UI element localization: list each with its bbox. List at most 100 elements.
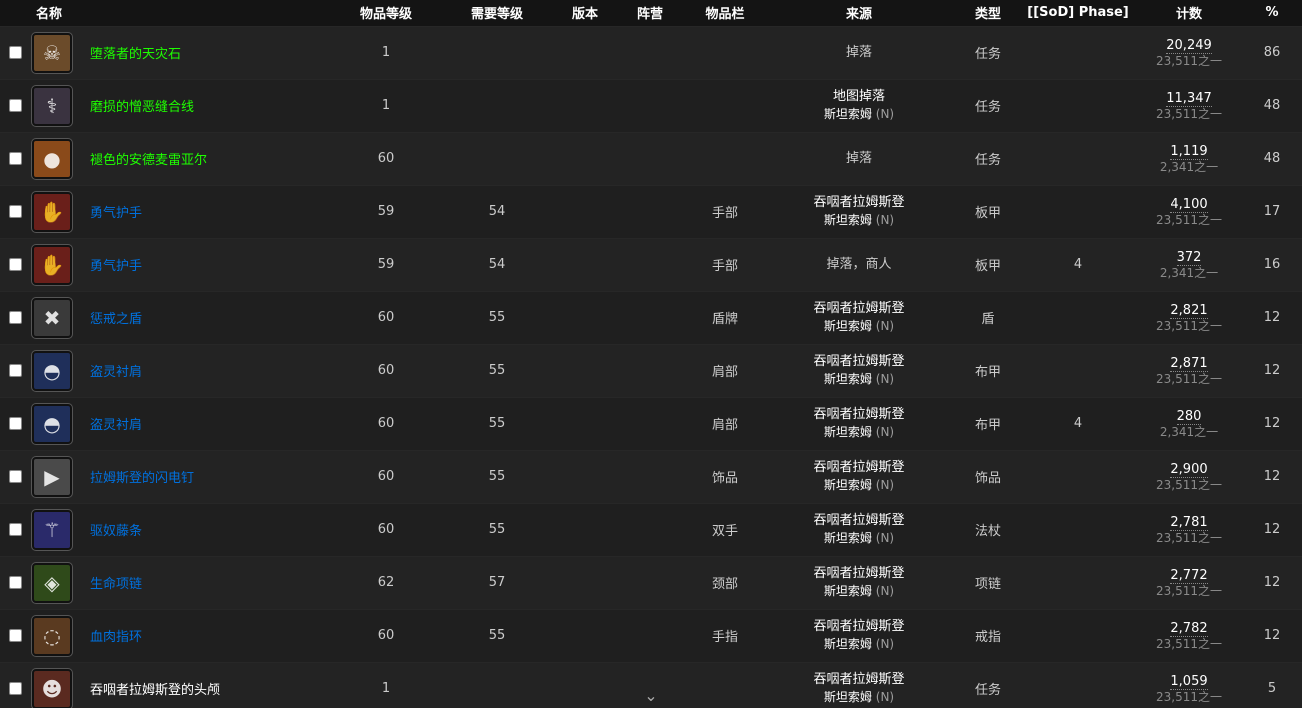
item-name-link[interactable]: 勇气护手: [90, 206, 142, 221]
item-name-link[interactable]: 堕落者的天灾石: [90, 47, 181, 62]
item-name-link[interactable]: 盗灵衬肩: [90, 418, 142, 433]
source-zone-name[interactable]: 斯坦索姆: [824, 213, 872, 227]
drop-count-total: 2,341之一: [1159, 424, 1219, 439]
source-zone[interactable]: 斯坦索姆 (N): [762, 105, 956, 123]
source-zone[interactable]: 斯坦索姆 (N): [762, 688, 956, 706]
item-name-link[interactable]: 褪色的安德麦雷亚尔: [90, 153, 207, 168]
plate-gauntlet-icon[interactable]: ✋: [32, 191, 72, 232]
source-main[interactable]: 吞咽者拉姆斯登: [762, 300, 956, 317]
table-row[interactable]: ✋ 勇气护手 59 54 手部 掉落，商人 板甲 4 372 2,341之一 16: [0, 238, 1302, 291]
header-name[interactable]: 名称: [30, 0, 336, 26]
header-item-level[interactable]: 物品等级: [336, 0, 436, 26]
shoulder-icon[interactable]: ◓: [32, 350, 72, 391]
row-checkbox[interactable]: [8, 629, 22, 642]
table-row[interactable]: ⚚ 驱奴藤条 60 55 双手 吞咽者拉姆斯登 斯坦索姆 (N) 法杖 2,781 23,511之…: [0, 503, 1302, 556]
source-main[interactable]: 地图掉落: [762, 88, 956, 105]
item-name-link[interactable]: 惩戒之盾: [90, 312, 142, 327]
source-main[interactable]: 吞咽者拉姆斯登: [762, 512, 956, 529]
source-main[interactable]: 吞咽者拉姆斯登: [762, 459, 956, 476]
item-name-cell: 堕落者的天灾石: [86, 26, 336, 79]
staff-icon[interactable]: ⚚: [32, 509, 72, 550]
item-name-link[interactable]: 血肉指环: [90, 630, 142, 645]
source-zone-name[interactable]: 斯坦索姆: [824, 372, 872, 386]
source-zone[interactable]: 斯坦索姆 (N): [762, 529, 956, 547]
source-main[interactable]: 掉落: [762, 44, 956, 61]
table-row[interactable]: ◓ 盗灵衬肩 60 55 肩部 吞咽者拉姆斯登 斯坦索姆 (N) 布甲 4 280 2,341之一 1…: [0, 397, 1302, 450]
coin-icon[interactable]: ●: [32, 138, 72, 179]
spike-icon[interactable]: ▶: [32, 456, 72, 497]
row-checkbox[interactable]: [8, 205, 22, 218]
source-main[interactable]: 吞咽者拉姆斯登: [762, 565, 956, 582]
source-zone[interactable]: 斯坦索姆 (N): [762, 635, 956, 653]
header-phase[interactable]: [[SoD] Phase]: [1020, 0, 1136, 26]
table-row[interactable]: ✋ 勇气护手 59 54 手部 吞咽者拉姆斯登 斯坦索姆 (N) 板甲 4,100 23,511之…: [0, 185, 1302, 238]
item-name-link[interactable]: 磨损的憎恶缝合线: [90, 100, 194, 115]
source-main[interactable]: 吞咽者拉姆斯登: [762, 194, 956, 211]
table-row[interactable]: ▶ 拉姆斯登的闪电钉 60 55 饰品 吞咽者拉姆斯登 斯坦索姆 (N) 饰品 2,900 23,…: [0, 450, 1302, 503]
header-percent[interactable]: %: [1242, 0, 1302, 26]
header-count[interactable]: 计数: [1136, 0, 1242, 26]
row-checkbox[interactable]: [8, 99, 22, 112]
row-checkbox[interactable]: [8, 470, 22, 483]
row-checkbox[interactable]: [8, 46, 22, 59]
row-checkbox[interactable]: [8, 152, 22, 165]
skull-stone-icon[interactable]: ☠: [32, 32, 72, 73]
row-checkbox[interactable]: [8, 311, 22, 324]
source-main[interactable]: 吞咽者拉姆斯登: [762, 671, 956, 688]
header-source[interactable]: 来源: [762, 0, 956, 26]
source-zone-name[interactable]: 斯坦索姆: [824, 690, 872, 704]
source-main[interactable]: 吞咽者拉姆斯登: [762, 353, 956, 370]
shoulder-icon[interactable]: ◓: [32, 403, 72, 444]
shield-icon[interactable]: ✖: [32, 297, 72, 338]
source-main[interactable]: 吞咽者拉姆斯登: [762, 618, 956, 635]
item-name-link[interactable]: 勇气护手: [90, 259, 142, 274]
row-checkbox[interactable]: [8, 364, 22, 377]
row-checkbox[interactable]: [8, 417, 22, 430]
req-level-cell: [436, 26, 558, 79]
plate-gauntlet-icon[interactable]: ✋: [32, 244, 72, 285]
source-zone-name[interactable]: 斯坦索姆: [824, 425, 872, 439]
item-name-link[interactable]: 吞咽者拉姆斯登的头颅: [90, 683, 220, 698]
source-zone[interactable]: 斯坦索姆 (N): [762, 370, 956, 388]
source-zone-name[interactable]: 斯坦索姆: [824, 584, 872, 598]
row-checkbox[interactable]: [8, 682, 22, 696]
source-zone[interactable]: 斯坦索姆 (N): [762, 476, 956, 494]
req-level-cell: 55: [488, 469, 506, 484]
header-slot[interactable]: 物品栏: [688, 0, 762, 26]
source-zone-name[interactable]: 斯坦索姆: [824, 478, 872, 492]
table-row[interactable]: ◈ 生命项链 62 57 颈部 吞咽者拉姆斯登 斯坦索姆 (N) 项链 2,772 23,511之…: [0, 556, 1302, 609]
header-version[interactable]: 版本: [558, 0, 612, 26]
necklace-icon[interactable]: ◈: [32, 562, 72, 603]
source-zone[interactable]: 斯坦索姆 (N): [762, 423, 956, 441]
source-zone-name[interactable]: 斯坦索姆: [824, 637, 872, 651]
row-checkbox[interactable]: [8, 523, 22, 536]
ring-icon[interactable]: ◌: [32, 615, 72, 656]
row-checkbox[interactable]: [8, 576, 22, 589]
thread-icon[interactable]: ⚕: [32, 85, 72, 126]
source-zone-name[interactable]: 斯坦索姆: [824, 319, 872, 333]
header-faction[interactable]: 阵营: [612, 0, 688, 26]
item-name-link[interactable]: 盗灵衬肩: [90, 365, 142, 380]
row-checkbox[interactable]: [8, 258, 22, 271]
table-row[interactable]: ● 褪色的安德麦雷亚尔 60 掉落 任务 1,119 2,341之一 48: [0, 132, 1302, 185]
header-type[interactable]: 类型: [956, 0, 1020, 26]
source-main[interactable]: 掉落: [762, 150, 956, 167]
source-zone-name[interactable]: 斯坦索姆: [824, 531, 872, 545]
item-name-link[interactable]: 拉姆斯登的闪电钉: [90, 471, 194, 486]
source-zone[interactable]: 斯坦索姆 (N): [762, 211, 956, 229]
source-zone[interactable]: 斯坦索姆 (N): [762, 582, 956, 600]
item-name-link[interactable]: 驱奴藤条: [90, 524, 142, 539]
table-row[interactable]: ✖ 惩戒之盾 60 55 盾牌 吞咽者拉姆斯登 斯坦索姆 (N) 盾 2,821 23,511之一…: [0, 291, 1302, 344]
table-row[interactable]: ◓ 盗灵衬肩 60 55 肩部 吞咽者拉姆斯登 斯坦索姆 (N) 布甲 2,871 23,511之…: [0, 344, 1302, 397]
source-main[interactable]: 吞咽者拉姆斯登: [762, 406, 956, 423]
source-zone[interactable]: 斯坦索姆 (N): [762, 317, 956, 335]
source-zone-name[interactable]: 斯坦索姆: [824, 107, 872, 121]
header-req-level[interactable]: 需要等级: [436, 0, 558, 26]
table-row[interactable]: ☠ 堕落者的天灾石 1 掉落 任务 20,249 23,511之一 86: [0, 26, 1302, 79]
table-row[interactable]: ⚕ 磨损的憎恶缝合线 1 地图掉落 斯坦索姆 (N) 任务 11,347 23,511之一 48: [0, 79, 1302, 132]
head-icon[interactable]: ☻: [32, 668, 72, 708]
chevron-down-icon[interactable]: ⌄: [643, 688, 659, 704]
item-name-link[interactable]: 生命项链: [90, 577, 142, 592]
source-main[interactable]: 掉落，商人: [762, 256, 956, 273]
table-row[interactable]: ◌ 血肉指环 60 55 手指 吞咽者拉姆斯登 斯坦索姆 (N) 戒指 2,782 23,511之…: [0, 609, 1302, 662]
